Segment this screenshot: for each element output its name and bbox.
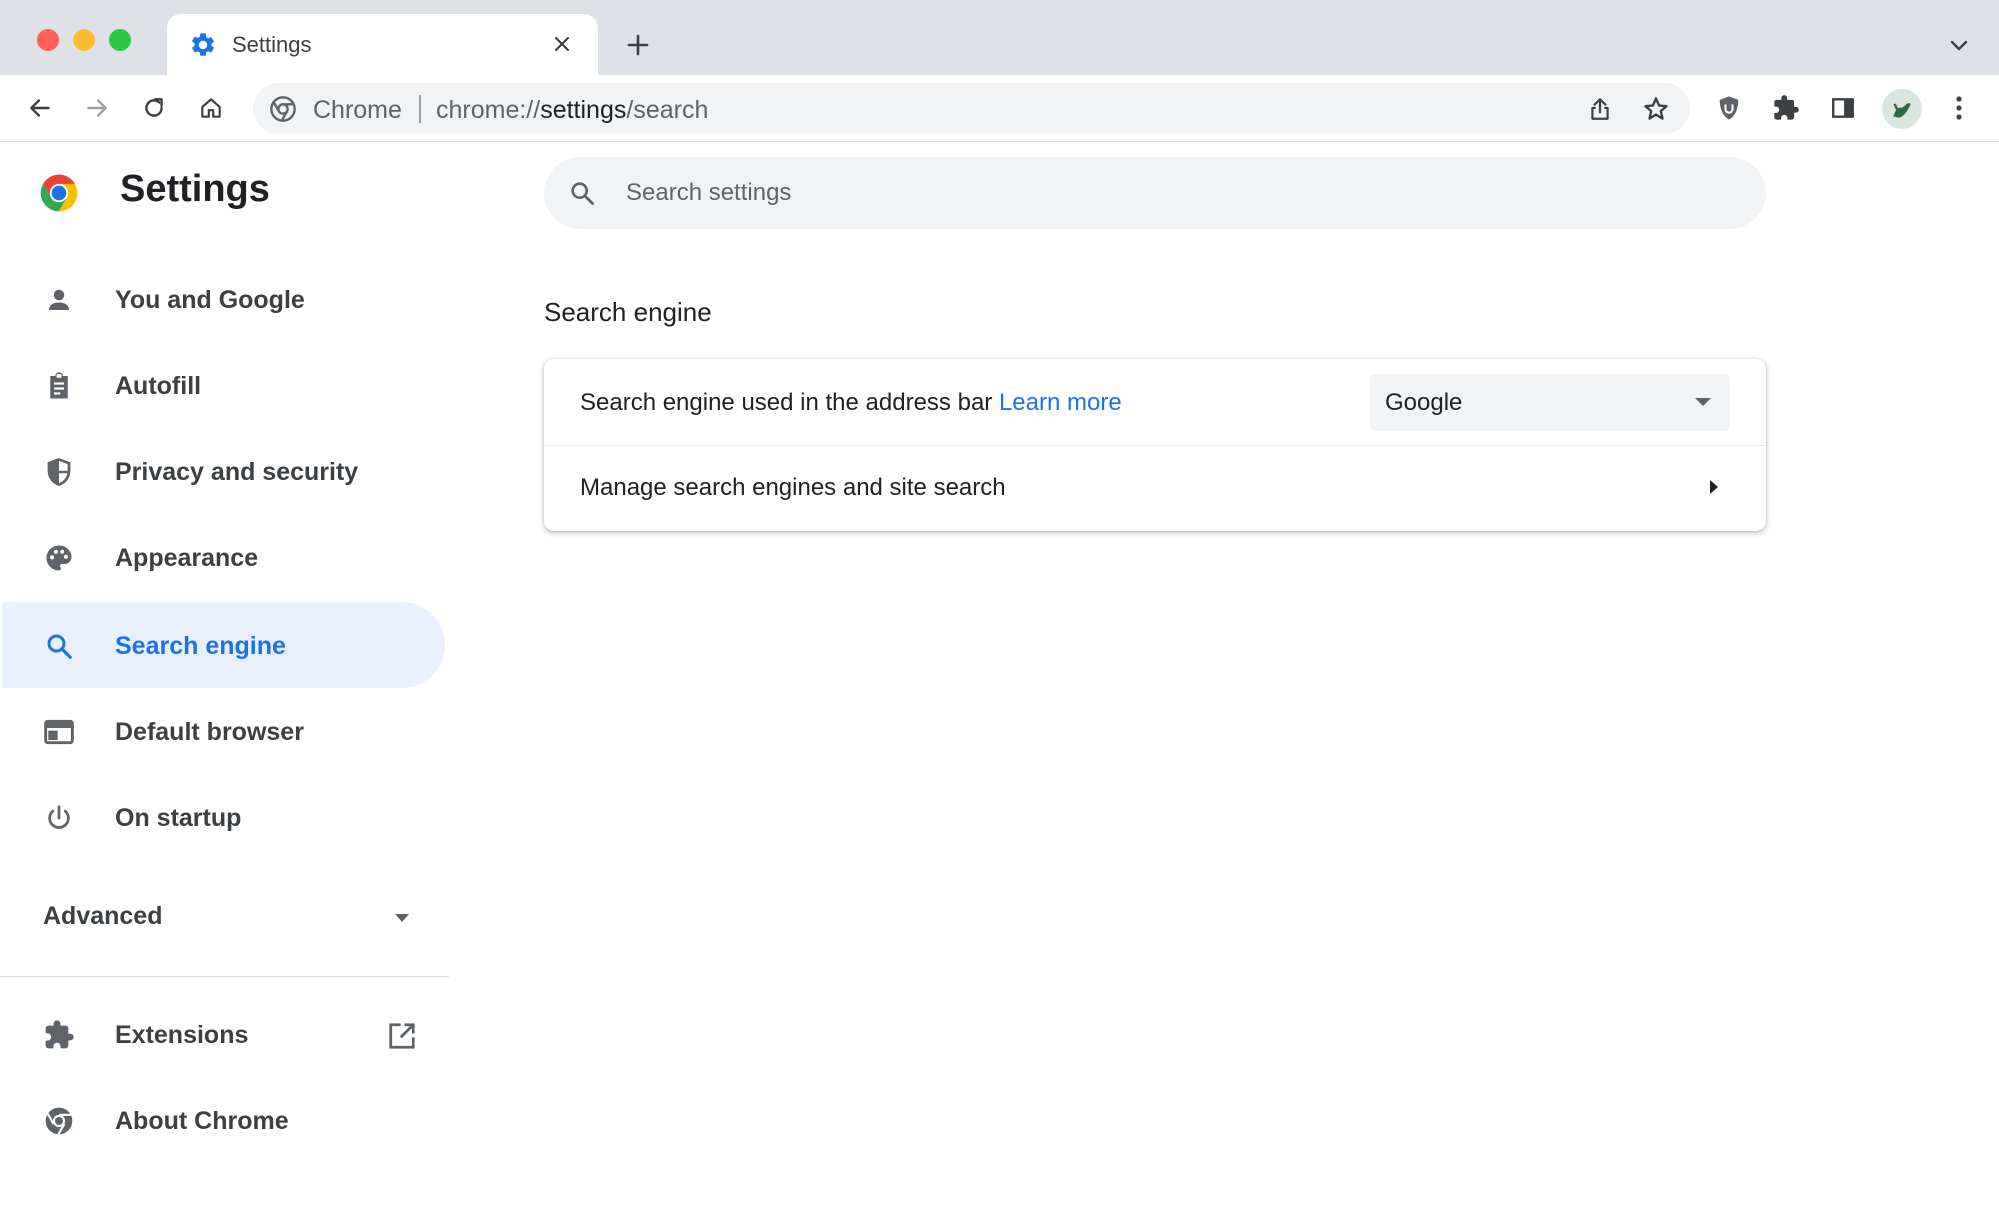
back-arrow-icon[interactable] — [19, 87, 61, 129]
tab-settings[interactable]: Settings — [167, 14, 598, 75]
search-icon — [43, 630, 75, 662]
url-text: chrome://settings/search — [436, 96, 708, 125]
sidebar-item-you-and-google[interactable]: You and Google — [2, 256, 445, 342]
tab-strip: Settings — [0, 0, 1999, 75]
window-maximize-button[interactable] — [109, 29, 131, 51]
sidebar-item-label: On startup — [115, 804, 242, 832]
section-title: Search engine — [544, 297, 712, 327]
forward-arrow-icon[interactable] — [76, 87, 118, 129]
avatar[interactable] — [1882, 89, 1922, 129]
sidebar-item-label: About Chrome — [115, 1107, 289, 1135]
sidebar-item-label: Privacy and security — [115, 458, 359, 486]
browser-window-icon — [43, 716, 75, 748]
url-scheme: chrome:// — [436, 96, 541, 124]
sidebar-item-label: You and Google — [115, 286, 305, 314]
open-in-new-icon[interactable] — [386, 1020, 418, 1052]
caret-right-icon — [1704, 477, 1724, 497]
chrome-icon — [269, 95, 297, 123]
sidebar-item-extensions[interactable]: Extensions — [2, 991, 445, 1077]
sidebar-item-label: Extensions — [115, 1021, 249, 1049]
tab-close-icon[interactable] — [547, 29, 577, 59]
url-host: settings — [540, 96, 627, 124]
sidebar-item-appearance[interactable]: Appearance — [2, 514, 445, 600]
sidebar-item-search-engine[interactable]: Search engine — [2, 602, 445, 688]
window-close-button[interactable] — [37, 29, 59, 51]
chevron-down-icon[interactable] — [1944, 30, 1974, 60]
sidebar-item-privacy[interactable]: Privacy and security — [2, 428, 445, 514]
caret-down-icon[interactable] — [392, 908, 412, 928]
sidebar-divider — [0, 976, 449, 977]
palette-icon — [43, 542, 75, 574]
manage-search-engines-row[interactable]: Manage search engines and site search — [544, 447, 1766, 531]
url-path: /search — [626, 96, 709, 124]
new-tab-icon[interactable] — [622, 29, 654, 61]
share-icon[interactable] — [1581, 90, 1619, 128]
gear-icon — [189, 31, 217, 59]
reload-icon[interactable] — [133, 87, 175, 129]
tab-title: Settings — [232, 32, 312, 57]
search-engine-card: Search engine used in the address bar Le… — [544, 359, 1766, 531]
sidebar-item-on-startup[interactable]: On startup — [2, 774, 445, 860]
chrome-logo — [37, 171, 81, 215]
toolbar: Chrome chrome://settings/search — [0, 75, 1999, 142]
search-icon — [566, 177, 598, 209]
person-icon — [43, 284, 75, 316]
ublock-shield-icon[interactable] — [1708, 87, 1750, 129]
bookmark-star-icon[interactable] — [1637, 90, 1675, 128]
sidebar-item-label: Default browser — [115, 718, 304, 746]
search-engine-row-text: Search engine used in the address bar — [580, 389, 993, 416]
search-input[interactable] — [626, 175, 1726, 211]
advanced-toggle[interactable]: Advanced — [43, 902, 162, 931]
search-engine-row: Search engine used in the address bar Le… — [544, 359, 1766, 446]
search-engine-row-label: Search engine used in the address bar Le… — [580, 389, 1122, 417]
chrome-icon — [43, 1105, 75, 1137]
side-panel-icon[interactable] — [1822, 87, 1864, 129]
omnibox-separator — [419, 95, 421, 123]
more-vert-icon[interactable] — [1938, 87, 1980, 129]
sidebar-item-label: Appearance — [115, 544, 259, 572]
puzzle-icon[interactable] — [1765, 87, 1807, 129]
omnibox-chip-label: Chrome — [313, 96, 402, 124]
address-bar[interactable]: Chrome chrome://settings/search — [253, 83, 1690, 134]
sidebar-item-label: Search engine — [115, 632, 286, 660]
puzzle-icon — [43, 1019, 75, 1051]
home-icon[interactable] — [190, 87, 232, 129]
sidebar-item-about-chrome[interactable]: About Chrome — [2, 1077, 445, 1163]
window-minimize-button[interactable] — [73, 29, 95, 51]
manage-search-engines-label: Manage search engines and site search — [580, 474, 1006, 501]
clipboard-icon — [43, 370, 75, 402]
sidebar-item-label: Autofill — [115, 372, 202, 400]
settings-search-bar[interactable] — [544, 157, 1766, 229]
power-icon — [43, 802, 75, 834]
caret-down-icon — [1692, 394, 1714, 410]
search-engine-select[interactable]: Google — [1370, 374, 1730, 431]
shield-icon — [43, 456, 75, 488]
learn-more-link[interactable]: Learn more — [999, 389, 1122, 416]
sidebar-item-autofill[interactable]: Autofill — [2, 342, 445, 428]
select-value: Google — [1385, 389, 1463, 416]
sidebar-item-default-browser[interactable]: Default browser — [2, 688, 445, 774]
page-title: Settings — [120, 168, 270, 210]
